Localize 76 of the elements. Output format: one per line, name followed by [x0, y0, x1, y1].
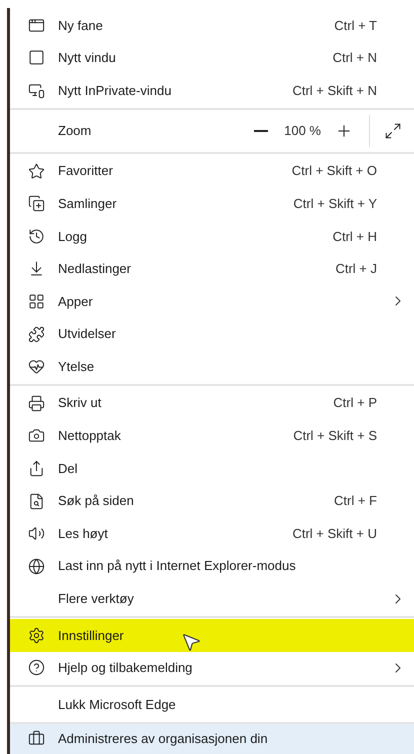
managed-label: Administreres av organisasjonen din — [58, 730, 268, 748]
menu-item[interactable]: Utvidelser — [10, 318, 414, 350]
page-search-icon — [28, 492, 44, 510]
menu-item[interactable]: Les høyt Ctrl + Skift + U — [10, 517, 414, 550]
menu-item-label: Innstillinger — [58, 626, 124, 645]
history-icon — [28, 228, 44, 245]
menu-item-label: Last inn på nytt i Internet Explorer-modus — [58, 557, 296, 576]
menu-item[interactable]: Nedlastinger Ctrl + J — [10, 252, 414, 286]
menu-item[interactable]: Favoritter Ctrl + Skift + O — [10, 154, 414, 188]
star-icon — [28, 162, 44, 180]
menu-item-label: Søk på siden — [58, 492, 134, 510]
apps-grid-icon — [28, 292, 44, 310]
menu-item-label: Nytt InPrivate-vindu — [58, 82, 172, 100]
shortcut-text: Ctrl + F — [334, 492, 377, 510]
menu-item-label: Samlinger — [58, 194, 117, 213]
menu-item-label: Les høyt — [58, 524, 108, 543]
menu-item-label: Logg — [58, 228, 87, 246]
menu-item[interactable]: Søk på siden Ctrl + F — [10, 484, 414, 518]
menu-item-label: Apper — [58, 292, 93, 311]
printer-icon — [28, 394, 44, 412]
help-icon — [28, 659, 44, 676]
menu-item[interactable]: Innstillinger — [10, 619, 414, 652]
menu-item[interactable]: Del — [10, 452, 414, 485]
mouse-pointer-icon — [180, 631, 202, 654]
minus-icon — [254, 130, 268, 132]
window-icon — [28, 49, 44, 66]
menu-item-label: Hjelp og tilbakemelding — [58, 659, 192, 678]
expand-arrows-icon — [384, 122, 402, 140]
menu-item-label: Utvidelser — [58, 325, 116, 344]
managed-banner[interactable]: Administreres av organisasjonen din — [10, 722, 414, 754]
menu-item[interactable]: Nytt vindu Ctrl + N — [10, 42, 414, 74]
menu-item[interactable]: Nettopptak Ctrl + Skift + S — [10, 420, 414, 452]
collections-icon — [28, 195, 44, 212]
menu-item[interactable]: Hjelp og tilbakemelding — [10, 652, 414, 684]
menu-item[interactable]: Last inn på nytt i Internet Explorer-modus — [10, 550, 414, 582]
globe-icon — [28, 558, 44, 575]
shortcut-text: Ctrl + P — [333, 394, 377, 412]
shortcut-text: Ctrl + Skift + U — [292, 524, 377, 543]
menu-item[interactable]: Flere verktøy — [10, 582, 414, 616]
menu-item-label: Ny fane — [58, 16, 103, 35]
menu-item-label: Nytt vindu — [58, 49, 116, 68]
shortcut-text: Ctrl + Skift + S — [293, 427, 377, 446]
menu-item-label: Nettopptak — [58, 427, 121, 446]
settings-icon — [28, 626, 44, 644]
browser-tab-icon — [28, 16, 44, 34]
menu-item-label: Del — [58, 460, 78, 478]
camera-icon — [28, 427, 44, 444]
shortcut-text: Ctrl + T — [334, 16, 377, 35]
menu-item-label: Lukk Microsoft Edge — [58, 696, 176, 714]
menu-item-label: Skriv ut — [58, 394, 102, 412]
read-aloud-icon — [28, 525, 44, 542]
menu-item-label: Flere verktøy — [58, 590, 134, 608]
menu-item[interactable]: Skriv ut Ctrl + P — [10, 386, 414, 420]
menu-item-label: Ytelse — [58, 358, 94, 376]
zoom-value: 100 % — [284, 122, 321, 140]
shortcut-text: Ctrl + H — [332, 228, 377, 246]
menu-item[interactable]: Nytt InPrivate-vindu Ctrl + Skift + N — [10, 74, 414, 107]
private-window-icon — [28, 82, 44, 99]
menu-item-label: Favoritter — [58, 162, 113, 180]
menu-item[interactable]: Ytelse — [10, 350, 414, 383]
menu-item[interactable]: Samlinger Ctrl + Skift + Y — [10, 187, 414, 220]
briefcase-icon — [28, 730, 44, 748]
menu-item[interactable]: Logg Ctrl + H — [10, 220, 414, 253]
shortcut-text: Ctrl + Skift + Y — [293, 194, 377, 213]
heart-pulse-icon — [28, 358, 44, 376]
shortcut-text: Ctrl + Skift + N — [292, 82, 377, 100]
menu-item-label: Nedlastinger — [58, 260, 131, 278]
share-icon — [28, 460, 44, 477]
shortcut-text: Ctrl + Skift + O — [292, 162, 377, 180]
menu-item[interactable]: Ny fane Ctrl + T — [10, 9, 414, 42]
menu-item[interactable]: Apper — [10, 285, 414, 318]
menu-item[interactable]: Lukk Microsoft Edge — [10, 688, 414, 721]
shortcut-text: Ctrl + N — [332, 49, 377, 68]
puzzle-icon — [28, 326, 44, 343]
zoom-label: Zoom — [58, 122, 92, 140]
shortcut-text: Ctrl + J — [335, 260, 377, 278]
